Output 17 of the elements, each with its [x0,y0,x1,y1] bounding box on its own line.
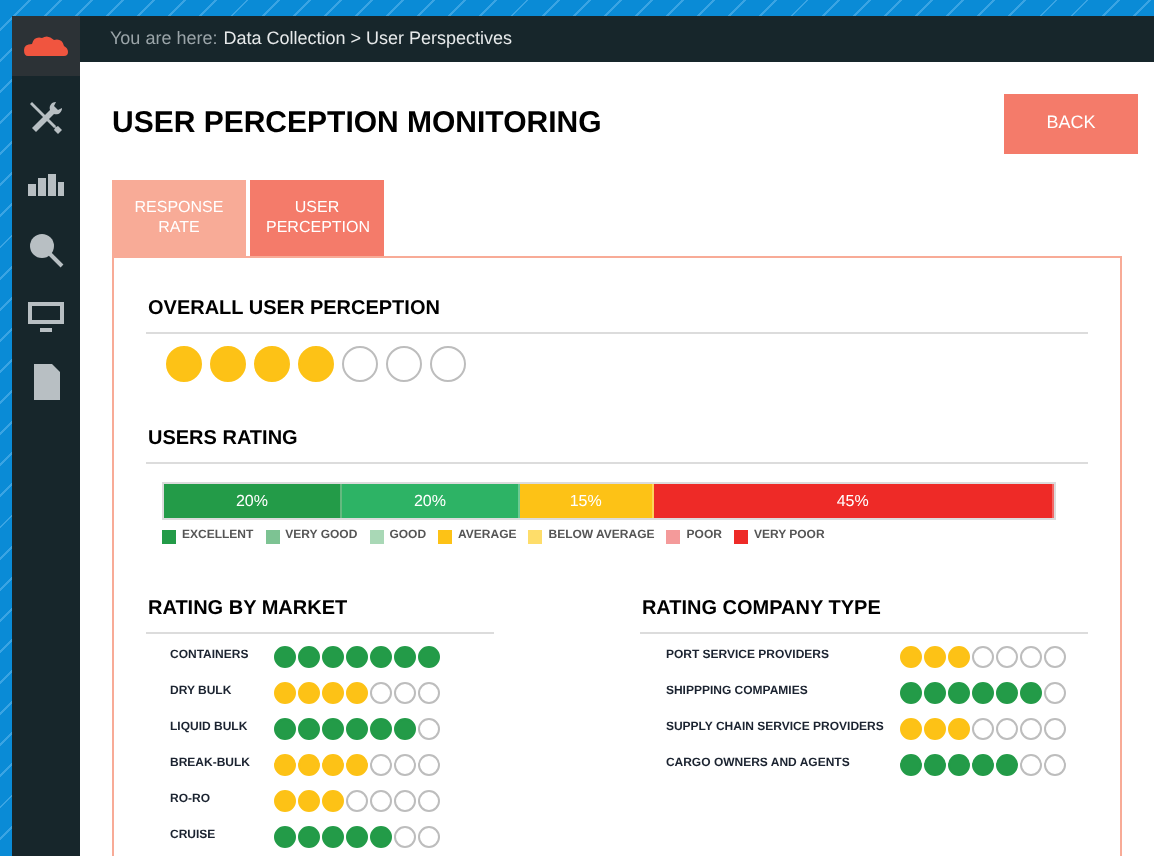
cloud-logo-icon[interactable] [24,34,68,58]
tab[interactable]: USER PERCEPTION [250,180,384,256]
rating-segment: 15% [520,484,654,518]
section-title: USERS RATING [148,428,298,450]
breadcrumb-path[interactable]: Data Collection > User Perspectives [223,25,513,53]
rating-segment: 45% [653,484,1054,518]
tools-icon[interactable] [26,97,66,137]
back-button[interactable]: BACK [1004,94,1138,154]
breadcrumb-prefix: You are here: [110,25,218,52]
tab[interactable]: RESPONSE RATE [112,180,246,256]
search-icon[interactable] [26,229,66,269]
rating-segment: 20% [342,484,520,518]
section-title: RATING COMPANY TYPE [641,598,881,620]
rating-segment: 20% [164,484,342,518]
section-title: RATING BY MARKET [148,598,348,620]
page-title: USER PERCEPTION MONITORING [112,104,602,144]
section-title: OVERALL USER PERCEPTION [148,298,440,320]
